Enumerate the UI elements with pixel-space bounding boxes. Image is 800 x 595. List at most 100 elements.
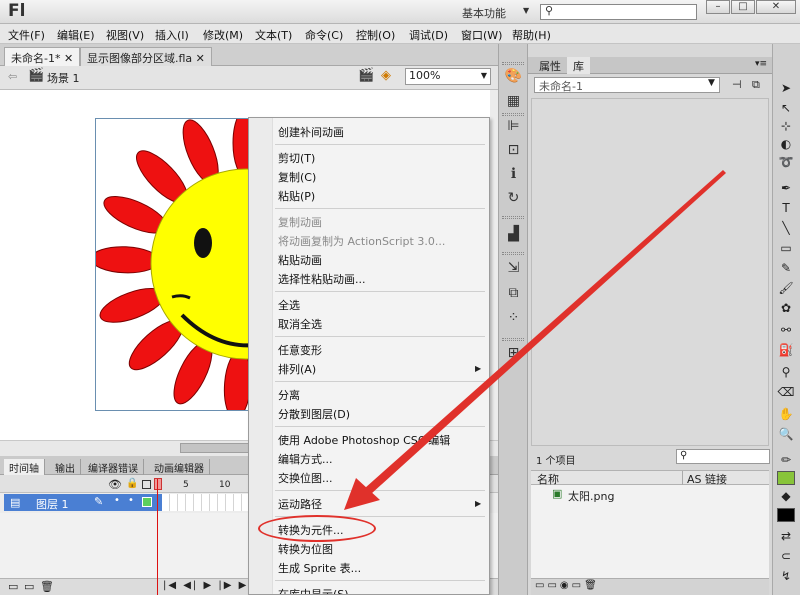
lock-icon[interactable]: 🔒 — [126, 478, 138, 489]
layer-color-swatch[interactable] — [142, 497, 152, 507]
lasso-tool-icon[interactable]: ➰ — [777, 154, 795, 171]
outline-icon[interactable] — [142, 480, 151, 489]
tab-document-untitled[interactable]: 未命名-1* ✕ — [4, 47, 81, 66]
swatches-icon[interactable]: ▦ — [504, 93, 523, 110]
rectangle-tool-icon[interactable]: ▭ — [777, 240, 795, 257]
menu-item-paste-motion-special[interactable]: 选择性粘贴动画... — [278, 271, 366, 287]
snap-icon[interactable]: ⊂ — [777, 548, 795, 565]
tab-document-fla[interactable]: 显示图像部分区域.fla ✕ — [80, 47, 212, 66]
delete-icon[interactable]: 🗑 — [40, 580, 54, 593]
layer-row[interactable]: ▤ 图层 1 ✎ • • — [4, 494, 162, 511]
library-document-select[interactable]: 未命名-1 — [534, 77, 720, 93]
transform-icon[interactable]: ⊡ — [504, 142, 523, 159]
library-item[interactable]: 太阳.png — [568, 488, 614, 504]
tab-motion-editor[interactable]: 动画编辑器 — [149, 459, 210, 475]
hand-tool-icon[interactable]: ✋ — [777, 406, 795, 423]
frame-cells[interactable] — [162, 494, 248, 511]
menu-item-distribute-to-layers[interactable]: 分散到图层(D) — [278, 406, 350, 422]
menu-item-copy[interactable]: 复制(C) — [278, 169, 316, 185]
stroke-color-swatch[interactable] — [777, 471, 795, 485]
menu-item-deselect-all[interactable]: 取消全选 — [278, 316, 322, 332]
3d-rotation-tool-icon[interactable]: ◐ — [777, 136, 795, 153]
menu-modify[interactable]: 修改(M) — [203, 27, 243, 43]
panel-grip[interactable] — [502, 113, 524, 116]
panel-grip[interactable] — [502, 62, 524, 65]
pencil-tool-icon[interactable]: ✎ — [777, 260, 795, 277]
vertical-scrollbar[interactable] — [490, 90, 498, 440]
layer-name[interactable]: 图层 1 — [36, 496, 69, 512]
align-icon[interactable]: ⊫ — [504, 118, 523, 135]
menu-help[interactable]: 帮助(H) — [512, 27, 551, 43]
components-icon[interactable]: ⧉ — [504, 285, 523, 302]
smooth-icon[interactable]: ↯ — [777, 568, 795, 585]
selection-tool-icon[interactable]: ➤ — [777, 80, 795, 97]
menu-window[interactable]: 窗口(W) — [461, 27, 502, 43]
menu-commands[interactable]: 命令(C) — [305, 27, 343, 43]
new-folder-icon[interactable]: ▭ — [24, 580, 34, 593]
menu-item-arrange[interactable]: 排列(A) — [278, 361, 316, 377]
zoom-select[interactable]: 100% ▼ — [405, 68, 491, 85]
subselection-tool-icon[interactable]: ↖ — [777, 100, 795, 117]
paint-bucket-tool-icon[interactable]: ⛽ — [777, 342, 795, 359]
menu-text[interactable]: 文本(T) — [255, 27, 292, 43]
panel-grip[interactable] — [502, 338, 524, 341]
color-icon[interactable]: 🎨 — [504, 68, 523, 85]
scroll-thumb[interactable] — [180, 443, 250, 453]
menu-item-create-motion-tween[interactable]: 创建补间动画 — [278, 124, 344, 140]
eyedropper-tool-icon[interactable]: ⚲ — [777, 364, 795, 381]
back-arrow-icon[interactable]: ⇦ — [8, 70, 17, 83]
workspace-switcher[interactable]: 基本功能 — [462, 5, 506, 21]
menu-view[interactable]: 视图(V) — [106, 27, 144, 43]
tab-library[interactable]: 库 — [567, 57, 590, 74]
chevron-down-icon[interactable]: ▼ — [523, 6, 529, 15]
project-icon[interactable]: ⊞ — [504, 345, 523, 362]
menu-item-select-all[interactable]: 全选 — [278, 297, 300, 313]
actions-icon[interactable]: ⇲ — [504, 260, 523, 277]
menu-item-cut[interactable]: 剪切(T) — [278, 150, 315, 166]
close-button[interactable]: ✕ — [756, 0, 796, 14]
menu-item-generate-sprite-sheet[interactable]: 生成 Sprite 表... — [278, 560, 361, 576]
edit-scene-icon[interactable]: 🎬 — [358, 68, 374, 83]
free-transform-tool-icon[interactable]: ⊹ — [777, 118, 795, 135]
info-icon[interactable]: ℹ — [504, 166, 523, 183]
new-layer-icon[interactable]: ▭ — [8, 580, 18, 593]
stroke-color-icon[interactable]: ✏ — [777, 452, 795, 469]
line-tool-icon[interactable]: ╲ — [777, 220, 795, 237]
dot-icon[interactable]: • — [128, 495, 134, 506]
tab-timeline[interactable]: 时间轴 — [4, 459, 45, 475]
library-search-input[interactable] — [676, 449, 770, 464]
scene-label[interactable]: 场景 1 — [47, 70, 80, 86]
pen-tool-icon[interactable]: ✒ — [777, 180, 795, 197]
menu-debug[interactable]: 调试(D) — [409, 27, 448, 43]
close-icon[interactable]: ✕ — [196, 52, 205, 65]
motion-presets-icon[interactable]: ⁘ — [504, 310, 523, 327]
tab-compiler-errors[interactable]: 编译器错误 — [83, 459, 144, 475]
dot-icon[interactable]: • — [114, 495, 120, 506]
pin-icon[interactable]: ⊣ — [732, 78, 742, 91]
menu-edit[interactable]: 编辑(E) — [57, 27, 95, 43]
new-library-panel-icon[interactable]: ⧉ — [752, 78, 760, 92]
menu-item-motion-path[interactable]: 运动路径 — [278, 496, 322, 512]
menu-control[interactable]: 控制(O) — [356, 27, 395, 43]
menu-item-paste[interactable]: 粘贴(P) — [278, 188, 315, 204]
playhead[interactable] — [154, 478, 162, 490]
menu-item-free-transform[interactable]: 任意变形 — [278, 342, 322, 358]
zoom-tool-icon[interactable]: 🔍 — [777, 426, 795, 443]
panel-grip[interactable] — [502, 216, 524, 219]
tab-properties[interactable]: 属性 — [533, 57, 567, 74]
eraser-tool-icon[interactable]: ⌫ — [777, 384, 795, 401]
text-tool-icon[interactable]: T — [777, 200, 795, 217]
bone-tool-icon[interactable]: ⚯ — [777, 322, 795, 339]
playback-controls[interactable]: |◀ ◀| ▶ |▶ ▶| — [163, 580, 254, 591]
fill-color-icon[interactable]: ◆ — [777, 488, 795, 505]
maximize-button[interactable]: □ — [731, 0, 755, 14]
edit-symbol-icon[interactable]: ◈ — [381, 68, 391, 83]
menu-insert[interactable]: 插入(I) — [155, 27, 189, 43]
swap-colors-icon[interactable]: ⇄ — [777, 528, 795, 545]
tab-output[interactable]: 输出 — [50, 459, 81, 475]
history-icon[interactable]: ↻ — [504, 190, 523, 207]
menu-item-swap-bitmap[interactable]: 交换位图... — [278, 470, 333, 486]
code-snippets-icon[interactable]: ▟ — [504, 226, 523, 243]
menu-item-paste-motion[interactable]: 粘贴动画 — [278, 252, 322, 268]
menu-item-break-apart[interactable]: 分离 — [278, 387, 300, 403]
